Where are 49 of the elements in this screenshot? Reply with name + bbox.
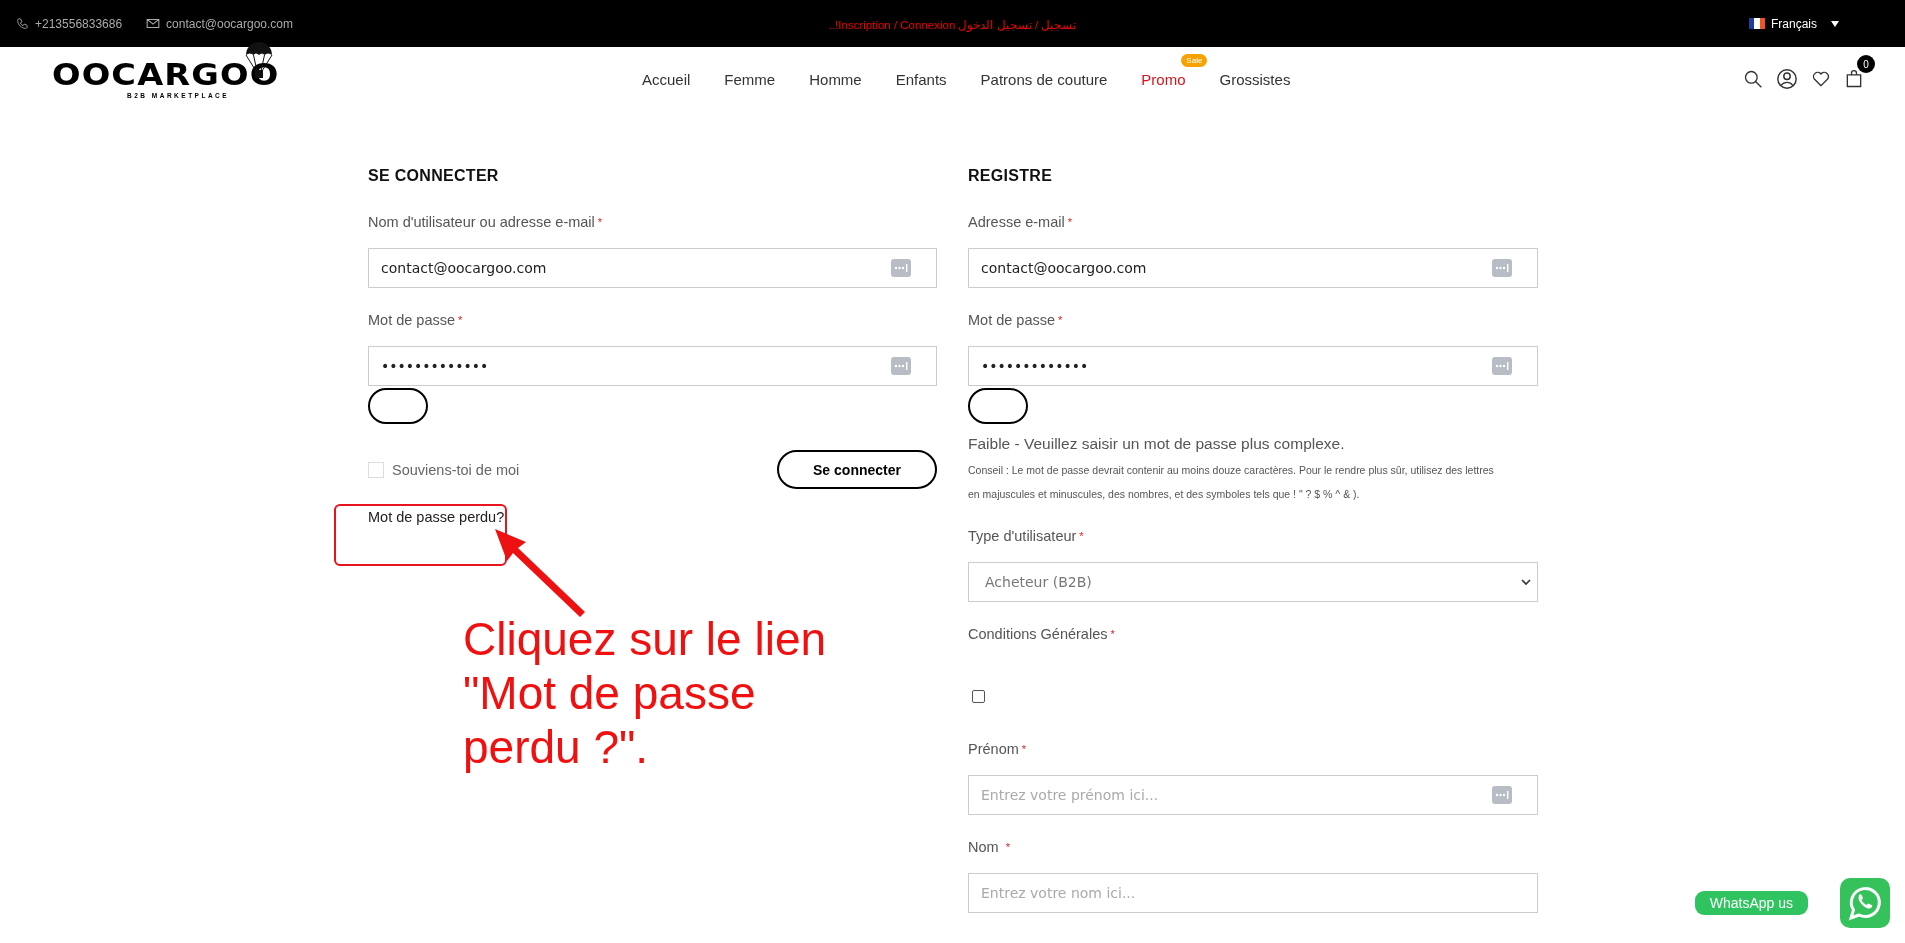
nav-link[interactable]: Enfants [895,70,947,88]
user-icon[interactable] [1776,68,1798,90]
password-strength: Faible - Veuillez saisir un mot de passe plus complexe. [968,434,1345,454]
nav-link[interactable]: Patrons de couture [980,70,1108,88]
announcement-link[interactable]: تسجيل / تسجيل الدخول Inscription / Connexion!.. [828,18,1077,31]
nav-link[interactable]: Accueil [642,70,691,88]
heart-icon[interactable] [1811,69,1831,89]
password-field[interactable]: ••••••••••••• [368,346,937,386]
password-hint: Conseil : Le mot de passe devrait contenir au moins douze caractères. Pour le rendre plus sûr, utilisez des lettres en majuscules et minuscules, des nombres, et des symboles tels que ! " ? $ % ^ & ). [968,463,1495,502]
sale-badge: Sale [1181,53,1208,67]
checkbox-label: Souviens-toi de moi [392,461,520,478]
field-label: Mot de passe * [968,311,1063,330]
remember-checkbox[interactable] [368,461,384,478]
login-button[interactable]: Se connecter [777,450,937,489]
field-label: Nom * [968,838,1010,857]
chevron-down-icon [1521,578,1531,586]
cart-count: 0 [1857,55,1875,73]
field-label: Nom d'utilisateur ou adresse e-mail * [368,213,603,232]
terms-checkbox[interactable] [972,690,985,703]
section-heading: SE CONNECTER [368,166,499,186]
field-label: Adresse e-mail * [968,213,1072,232]
show-password-button[interactable] [368,388,428,424]
section-heading: REGISTRE [968,166,1053,186]
input-field[interactable]: Entrez votre nom ici... [968,873,1538,913]
field-label: Type d'utilisateur * [968,527,1084,546]
field-label: Prénom * [968,740,1027,759]
show-password-button[interactable] [968,388,1028,424]
bag-icon[interactable] [1844,69,1864,89]
nav-link[interactable]: Femme [724,70,776,88]
user-type-select[interactable]: Acheteur (B2B) [968,562,1538,602]
mail-icon [146,18,161,29]
field-label: Mot de passe * [368,311,463,330]
password-field[interactable]: ••••••••••••• [968,346,1538,386]
lost-password-link[interactable]: Mot de passe perdu? [368,509,505,525]
search-icon[interactable] [1743,69,1763,89]
field-label: Conditions Générales * [968,625,1115,644]
logo-wordmark[interactable]: OOCARGOO [52,59,280,91]
phone-icon [16,17,29,30]
input-field[interactable]: contact@oocargoo.com [368,248,937,288]
language-selector[interactable]: Français [1771,16,1817,31]
input-field[interactable]: contact@oocargoo.com [968,248,1538,288]
nav-link[interactable]: Homme [809,70,862,88]
caret-icon [1831,20,1839,27]
input-field[interactable]: Entrez votre prénom ici... [968,775,1538,815]
email-address: contact@oocargoo.com [166,16,293,31]
nav-link[interactable]: Grossistes [1219,70,1291,88]
annotation-text: Cliquez sur le lien "Mot de passe perdu ?". [463,612,828,774]
flag-icon [1749,18,1765,29]
phone-number: +213556833686 [35,16,123,31]
